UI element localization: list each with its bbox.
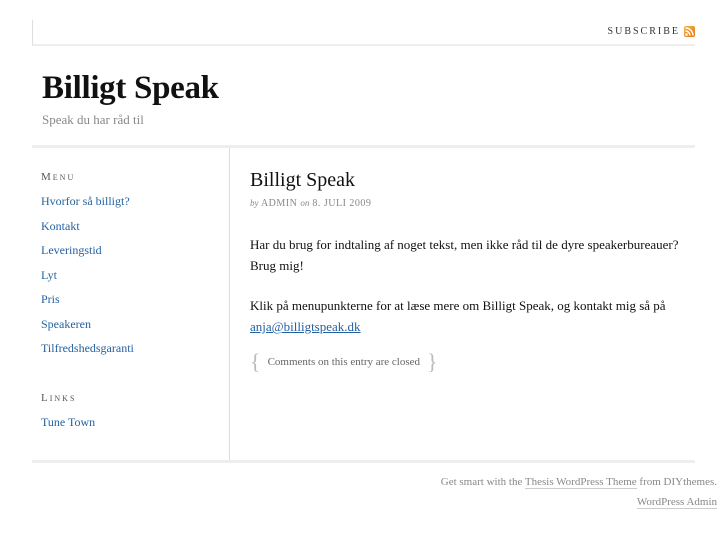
rss-feed-icon <box>684 26 695 37</box>
content-area: Menu Hvorfor så billigt? Kontakt Leverin… <box>32 148 695 463</box>
right-brace: } <box>427 349 438 374</box>
left-brace: { <box>250 349 261 374</box>
menu-item-hvorfor[interactable]: Hvorfor så billigt? <box>41 194 130 209</box>
footer-prefix: Get smart with the <box>440 476 525 488</box>
post-paragraph-1: Har du brug for indtaling af noget tekst… <box>250 237 679 273</box>
page-container: Subscribe Billigt Speak Speak du har råd… <box>32 20 695 463</box>
link-tune-town[interactable]: Tune Town <box>41 415 95 430</box>
byline-on: on <box>300 198 310 208</box>
comments-closed-text: Comments on this entry are closed <box>267 356 421 368</box>
post-paragraph-2: Klik på menupunkterne for at læse mere o… <box>250 295 685 337</box>
menu-item-speakeren[interactable]: Speakeren <box>41 317 91 332</box>
sidebar: Menu Hvorfor så billigt? Kontakt Leverin… <box>32 148 230 460</box>
post-author: ADMIN <box>260 198 298 209</box>
thesis-theme-link[interactable]: Thesis WordPress Theme <box>524 476 637 489</box>
wordpress-admin-link[interactable]: WordPress Admin <box>636 496 717 509</box>
menu-heading: Menu <box>41 171 76 183</box>
byline-by: by <box>250 198 259 208</box>
site-tagline: Speak du har råd til <box>42 112 144 127</box>
site-title[interactable]: Billigt Speak <box>42 70 219 107</box>
menu-item-kontakt[interactable]: Kontakt <box>41 219 80 234</box>
email-link[interactable]: anja@billigtspeak.dk <box>250 319 361 334</box>
footer-credit: Get smart with the Thesis WordPress Them… <box>441 472 717 492</box>
menu-item-leveringstid[interactable]: Leveringstid <box>41 243 102 258</box>
site-header: Billigt Speak Speak du har råd til <box>32 46 695 148</box>
post-date: 8. JULI 2009 <box>312 198 372 209</box>
menu-item-tilfredshedsgaranti[interactable]: Tilfredshedsgaranti <box>41 341 134 356</box>
paragraph-2-text: Klik på menupunkterne for at læse mere o… <box>250 298 666 313</box>
links-heading: Links <box>41 392 77 404</box>
menu-item-pris[interactable]: Pris <box>41 292 60 307</box>
subscribe-link[interactable]: Subscribe <box>608 26 695 37</box>
comments-status: { Comments on this entry are closed } <box>250 351 438 373</box>
top-nav: Subscribe <box>32 20 695 46</box>
post-byline: by ADMIN on 8. JULI 2009 <box>250 198 371 209</box>
site-footer: Get smart with the Thesis WordPress Them… <box>441 472 717 512</box>
footer-suffix: from DIYthemes. <box>636 476 717 488</box>
subscribe-label: Subscribe <box>607 26 680 37</box>
post-title[interactable]: Billigt Speak <box>250 169 355 192</box>
menu-item-lyt[interactable]: Lyt <box>41 268 57 283</box>
